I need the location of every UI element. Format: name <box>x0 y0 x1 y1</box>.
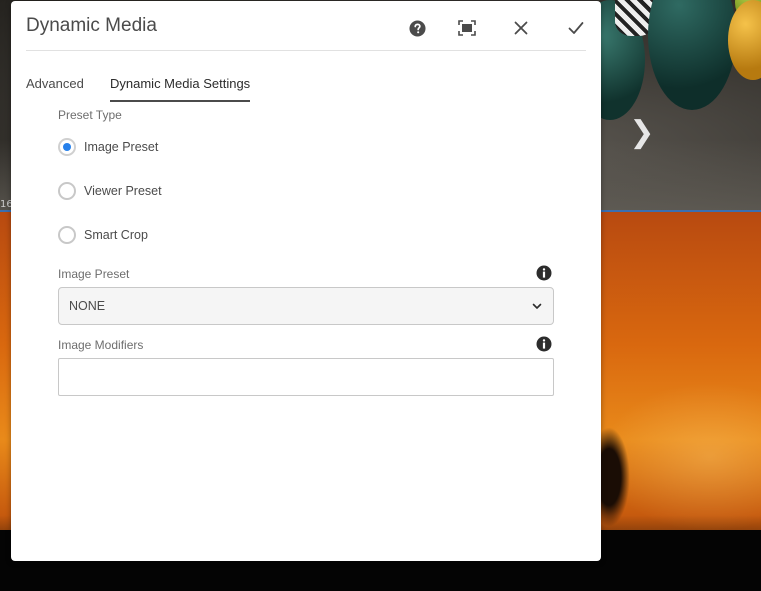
info-icon[interactable] <box>536 336 552 352</box>
tab-dynamic-media-settings[interactable]: Dynamic Media Settings <box>110 71 251 102</box>
select-value: NONE <box>69 299 106 313</box>
carousel-next-icon[interactable]: ❯ <box>627 118 657 150</box>
balloon-graphic <box>648 0 736 110</box>
radio-image-preset[interactable]: Image Preset <box>58 137 158 157</box>
done-button[interactable] <box>562 14 590 42</box>
image-preset-select[interactable]: NONE <box>58 287 554 325</box>
checkmark-icon <box>568 22 584 34</box>
radio-label: Viewer Preset <box>84 184 162 198</box>
radio-viewer-preset[interactable]: Viewer Preset <box>58 181 162 201</box>
dynamic-media-dialog: Dynamic Media Advanced Dynamic Media Set… <box>11 1 601 561</box>
radio-label: Image Preset <box>84 140 159 154</box>
radio-smart-crop[interactable]: Smart Crop <box>58 225 148 245</box>
help-icon <box>408 19 426 37</box>
dialog-title: Dynamic Media <box>26 15 157 36</box>
preset-type-label: Preset Type <box>58 108 122 122</box>
chevron-down-icon <box>532 303 542 309</box>
close-button[interactable] <box>507 14 535 42</box>
help-button[interactable] <box>403 14 431 42</box>
close-icon <box>514 21 528 35</box>
image-modifiers-label: Image Modifiers <box>58 338 144 352</box>
image-modifiers-input[interactable] <box>58 358 554 396</box>
image-preset-label: Image Preset <box>58 267 130 281</box>
info-icon[interactable] <box>536 265 552 281</box>
tab-advanced[interactable]: Advanced <box>26 71 84 102</box>
fullscreen-button[interactable] <box>453 14 481 42</box>
radio-button[interactable] <box>58 182 76 200</box>
dialog-header: Dynamic Media <box>26 1 586 51</box>
tree-silhouette <box>600 427 630 527</box>
radio-button[interactable] <box>58 226 76 244</box>
radio-label: Smart Crop <box>84 228 148 242</box>
fullscreen-icon <box>458 20 476 36</box>
radio-button-checked[interactable] <box>58 138 76 156</box>
